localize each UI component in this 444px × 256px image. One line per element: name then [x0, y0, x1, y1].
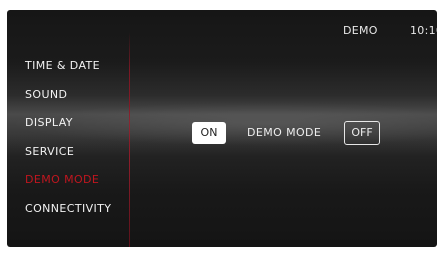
on-button[interactable]: ON: [192, 122, 226, 144]
sidebar-divider: [129, 32, 130, 247]
status-clock: 10:10: [410, 24, 437, 37]
settings-menu: TIME & DATE SOUND DISPLAY SERVICE DEMO M…: [25, 58, 111, 229]
menu-item-demo-mode[interactable]: DEMO MODE: [25, 172, 111, 201]
menu-item-time-date[interactable]: TIME & DATE: [25, 58, 111, 87]
off-button[interactable]: OFF: [344, 121, 380, 145]
menu-item-display[interactable]: DISPLAY: [25, 115, 111, 144]
menu-item-service[interactable]: SERVICE: [25, 144, 111, 173]
menu-item-connectivity[interactable]: CONNECTIVITY: [25, 201, 111, 230]
display-screen: DEMO 10:10 TIME & DATE SOUND DISPLAY SER…: [7, 10, 437, 247]
menu-item-sound[interactable]: SOUND: [25, 87, 111, 116]
status-mode-label: DEMO: [343, 24, 378, 37]
setting-label: DEMO MODE: [247, 126, 322, 139]
